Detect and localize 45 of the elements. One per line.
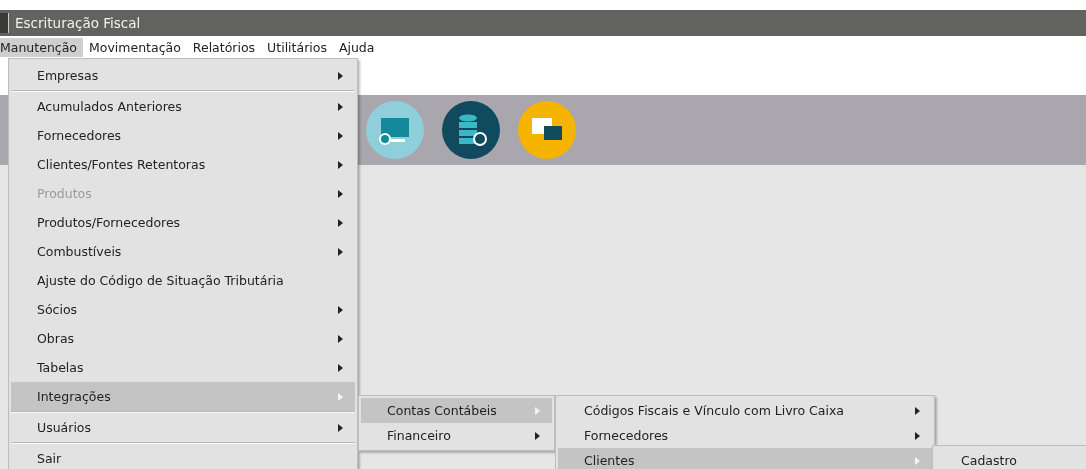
submenu-arrow-icon <box>915 456 920 465</box>
menu-item[interactable]: Acumulados Anteriores <box>11 92 355 121</box>
menu-item[interactable]: Financeiro <box>361 423 552 448</box>
menu-item[interactable]: Clientes <box>558 448 932 469</box>
submenu-arrow-icon <box>338 247 343 256</box>
menu-item[interactable]: Fornecedores <box>558 423 932 448</box>
menu-item[interactable]: Tabelas <box>11 353 355 382</box>
menu-item[interactable]: Fornecedores <box>11 121 355 150</box>
menu-item[interactable]: Produtos/Fornecedores <box>11 208 355 237</box>
submenu-arrow-icon <box>338 102 343 111</box>
submenu-arrow-icon <box>338 305 343 314</box>
submenu-arrow-icon <box>338 71 343 80</box>
submenu-arrow-icon <box>915 406 920 415</box>
menu-bar-item[interactable]: Relatórios <box>186 37 262 57</box>
menu-item[interactable]: Cadastro <box>935 448 1086 469</box>
submenu-arrow-icon <box>338 363 343 372</box>
menu-item[interactable]: Combustíveis <box>11 237 355 266</box>
menu-bar-item[interactable]: Movimentação <box>83 37 187 57</box>
menu-item[interactable]: Sair <box>11 444 355 469</box>
menu-item[interactable]: Integrações <box>11 382 355 412</box>
submenu-arrow-icon <box>338 423 343 432</box>
submenu-arrow-icon <box>915 431 920 440</box>
menu-item[interactable]: Empresas <box>11 61 355 91</box>
menu-bar-item[interactable]: Ajuda <box>332 37 381 57</box>
submenu-arrow-icon <box>338 334 343 343</box>
app-icon <box>0 13 9 33</box>
submenu-arrow-icon <box>535 406 540 415</box>
menu-item[interactable]: Ajuste do Código de Situação Tributária <box>11 266 355 295</box>
menu-item[interactable]: Contas Contábeis <box>361 398 552 423</box>
submenu-arrow-icon <box>338 160 343 169</box>
menu-item[interactable]: Clientes/Fontes Retentoras <box>11 150 355 179</box>
submenu-arrow-icon <box>338 189 343 198</box>
database-icon[interactable] <box>442 101 500 159</box>
monitor-icon[interactable] <box>366 101 424 159</box>
menu-item[interactable]: Usuários <box>11 413 355 443</box>
submenu-arrow-icon <box>338 218 343 227</box>
submenu-arrow-icon <box>338 392 343 401</box>
menu-item[interactable]: Sócios <box>11 295 355 324</box>
menu-item[interactable]: Códigos Fiscais e Vínculo com Livro Caixa <box>558 398 932 423</box>
submenu-arrow-icon <box>338 131 343 140</box>
submenu-arrow-icon <box>535 431 540 440</box>
menu-item[interactable]: Obras <box>11 324 355 353</box>
menu-bar-item[interactable]: Utilitários <box>261 37 333 57</box>
window-title: Escrituração Fiscal <box>15 15 141 31</box>
menu-bar-item[interactable]: Manutenção <box>0 37 83 57</box>
